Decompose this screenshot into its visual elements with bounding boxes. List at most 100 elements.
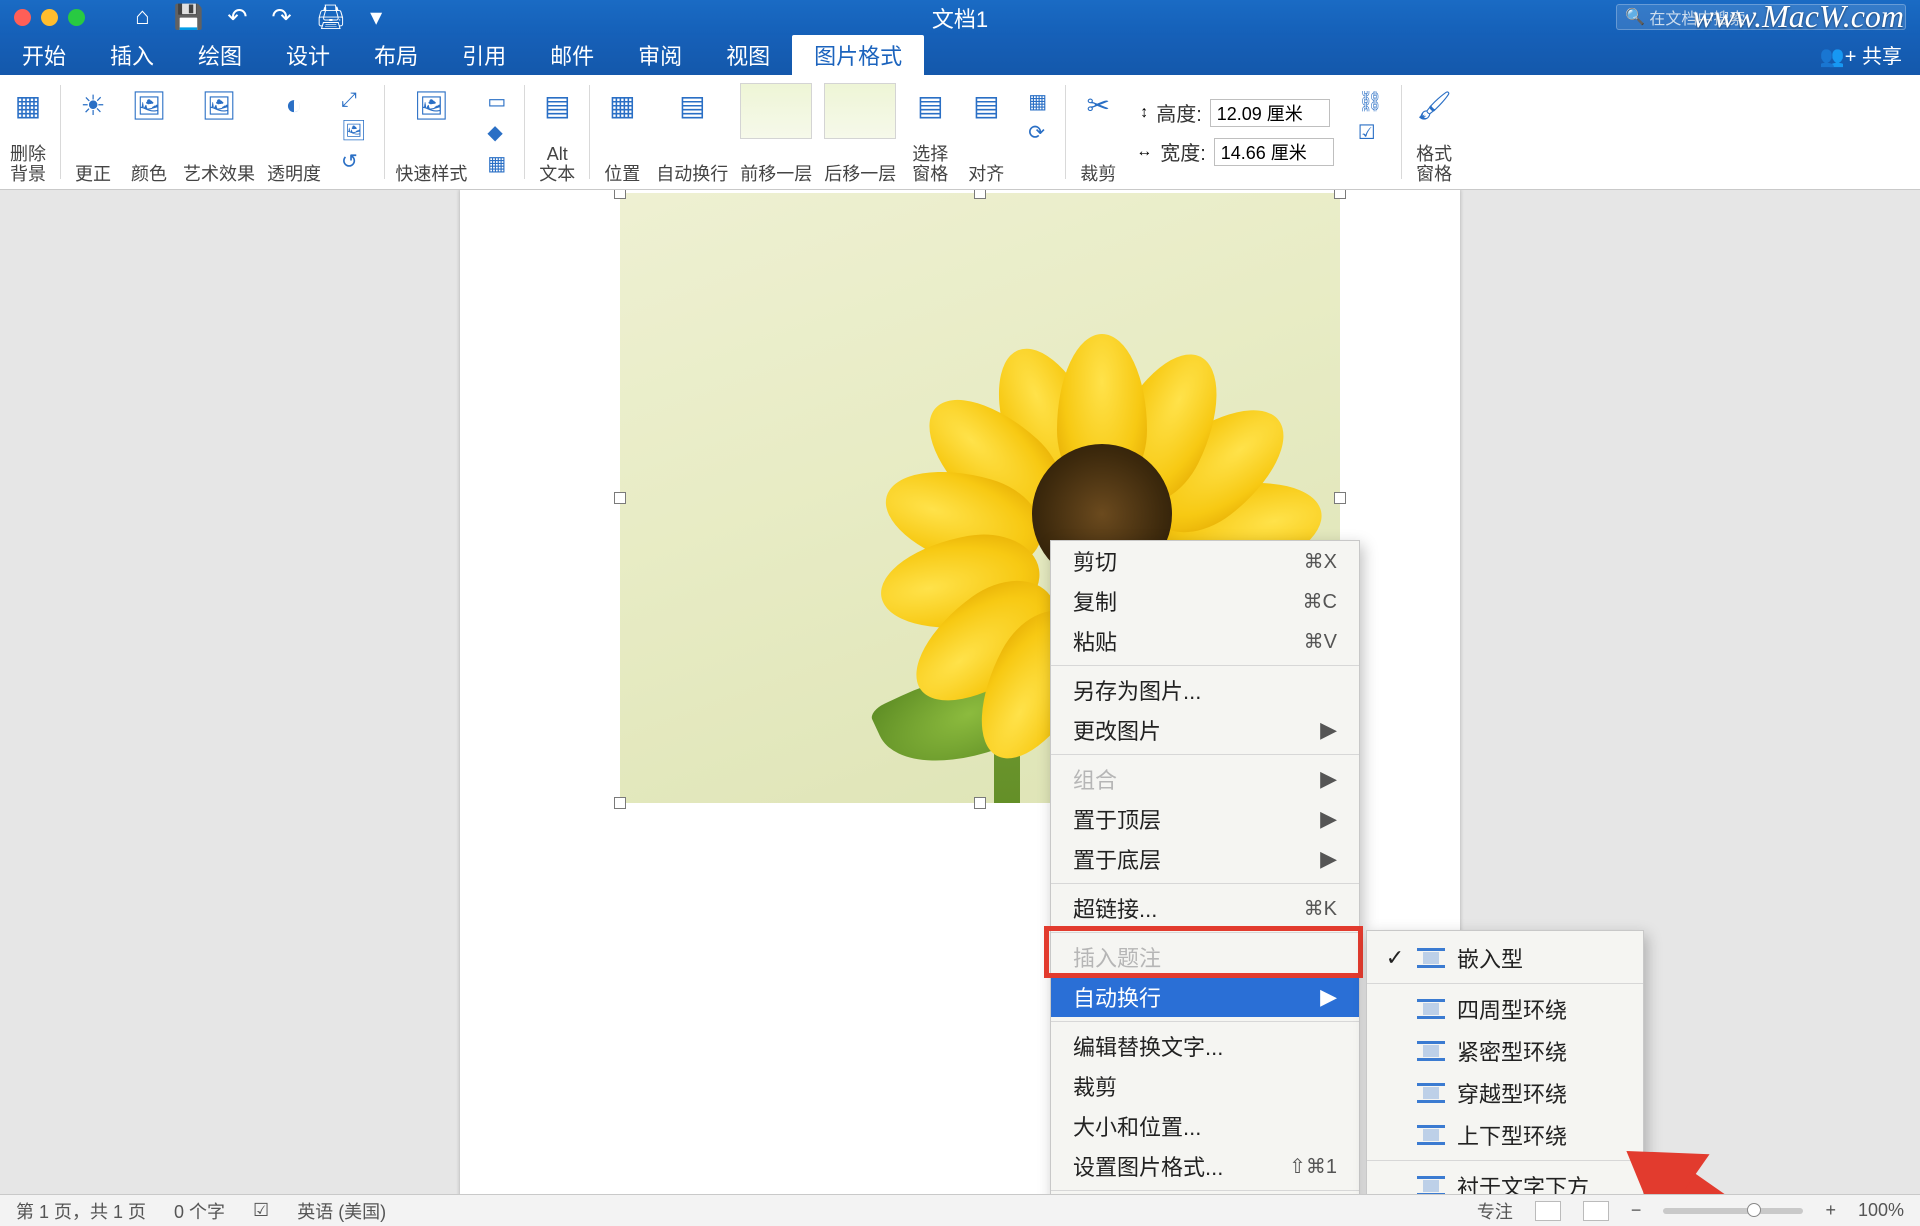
resize-handle[interactable] [1334,190,1346,199]
misc-adjust-buttons[interactable]: ⤢ 🖼 ↺ [327,75,380,189]
ctx-paste[interactable]: 粘贴⌘V [1051,621,1359,661]
ctx-size-position[interactable]: 大小和位置... [1051,1106,1359,1146]
zoom-out-button[interactable]: − [1631,1200,1642,1221]
view-web-layout[interactable] [1583,1201,1609,1221]
share-button[interactable]: 👥+ 共享 [1820,40,1902,69]
spell-check-icon[interactable]: ☑ [253,1200,269,1221]
ctx-send-to-back[interactable]: 置于底层▶ [1051,839,1359,879]
tab-picture-format[interactable]: 图片格式 [792,35,924,75]
save-icon[interactable]: 💾 [174,3,204,32]
zoom-icon[interactable] [68,9,85,26]
rotate-icon[interactable]: ⟳ [1028,120,1047,145]
remove-background-button[interactable]: ▦删除 背景 [0,75,56,189]
tab-start[interactable]: 开始 [0,35,88,75]
alt-text-button[interactable]: ▤Alt 文本 [529,75,585,189]
resize-handle[interactable] [614,797,626,809]
ctx-bring-to-front[interactable]: 置于顶层▶ [1051,799,1359,839]
change-picture-icon[interactable]: 🖼 [341,118,366,143]
zoom-in-button[interactable]: + [1825,1200,1836,1221]
quick-styles-button[interactable]: 🖼快速样式 [389,75,473,189]
corrections-button[interactable]: ☀更正 [65,75,121,189]
view-print-layout[interactable] [1535,1201,1561,1221]
format-pane-button[interactable]: 🖌格式 窗格 [1406,75,1462,189]
ctx-group: 组合▶ [1051,759,1359,799]
resize-handle[interactable] [614,492,626,504]
wrap-text-button[interactable]: ▤自动换行 [650,75,734,189]
annotation-arrow [1657,1164,1853,1194]
artistic-effects-button[interactable]: 🖼艺术效果 [177,75,261,189]
wrap-top-bottom[interactable]: 上下型环绕 [1367,1114,1643,1156]
checkbox-icon[interactable]: ☑ [1358,120,1383,145]
resize-handle[interactable] [974,190,986,199]
ctx-change-picture[interactable]: 更改图片▶ [1051,710,1359,750]
ribbon: ▦删除 背景 ☀更正 🖼颜色 🖼艺术效果 ◐透明度 ⤢🖼↺ 🖼快速样式 ▭◆▦ … [0,75,1920,190]
wrap-inline[interactable]: ✓嵌入型 [1367,937,1643,979]
transparency-button[interactable]: ◐透明度 [261,75,327,189]
page-indicator[interactable]: 第 1 页，共 1 页 [16,1198,146,1224]
resize-handle[interactable] [974,797,986,809]
height-input[interactable] [1210,99,1330,127]
word-count[interactable]: 0 个字 [174,1198,225,1224]
layout-icon[interactable]: ▦ [487,151,506,176]
position-button[interactable]: ▦位置 [594,75,650,189]
print-icon[interactable]: 🖨 [316,3,346,32]
search-input[interactable]: 🔍 在文档中搜索 [1616,4,1906,30]
ctx-edit-alt-text[interactable]: 编辑替换文字... [1051,1026,1359,1066]
ctx-save-as-picture[interactable]: 另存为图片... [1051,670,1359,710]
tab-view[interactable]: 视图 [704,35,792,75]
customize-icon[interactable]: ▾ [370,3,382,32]
ctx-wrap-text[interactable]: 自动换行↖▶ [1051,977,1359,1017]
align-button[interactable]: ▤对齐 [958,75,1014,189]
send-backward-button[interactable]: 后移一层 [818,75,902,189]
wrap-icon [1417,1041,1445,1061]
redo-icon[interactable]: ↷ [272,3,292,32]
tab-mail[interactable]: 邮件 [528,35,616,75]
ctx-format-picture[interactable]: 设置图片格式...⇧⌘1 [1051,1146,1359,1186]
reset-picture-icon[interactable]: ↺ [341,149,366,174]
tab-design[interactable]: 设计 [264,35,352,75]
bring-forward-button[interactable]: 前移一层 [734,75,818,189]
wrap-through[interactable]: 穿越型环绕 [1367,1072,1643,1114]
wrap-square[interactable]: 四周型环绕 [1367,988,1643,1030]
titlebar: ⌂ 💾 ↶ ↷ 🖨 ▾ 文档1 🔍 在文档中搜索 www.MacW.com [0,0,1920,35]
tab-review[interactable]: 审阅 [616,35,704,75]
border-icon[interactable]: ▭ [487,89,506,114]
zoom-slider[interactable] [1663,1208,1803,1214]
ctx-crop[interactable]: 裁剪 [1051,1066,1359,1106]
selection-pane-button[interactable]: ▤选择 窗格 [902,75,958,189]
ctx-cut[interactable]: 剪切⌘X [1051,541,1359,581]
ctx-hyperlink[interactable]: 超链接...⌘K [1051,888,1359,928]
tab-layout[interactable]: 布局 [352,35,440,75]
picture-border-effects[interactable]: ▭ ◆ ▦ [473,75,520,189]
tab-references[interactable]: 引用 [440,35,528,75]
compress-icon[interactable]: ⤢ [341,89,366,112]
crop-button[interactable]: ✂裁剪 [1070,75,1126,189]
color-button[interactable]: 🖼颜色 [121,75,177,189]
minimize-icon[interactable] [41,9,58,26]
close-icon[interactable] [14,9,31,26]
resize-handle[interactable] [614,190,626,199]
resize-handle[interactable] [1334,492,1346,504]
wrap-tight[interactable]: 紧密型环绕 [1367,1030,1643,1072]
ctx-copy[interactable]: 复制⌘C [1051,581,1359,621]
language-indicator[interactable]: 英语 (美国) [297,1198,386,1224]
effects-icon[interactable]: ◆ [487,120,506,145]
link-icon[interactable]: ⛓ [1358,89,1383,114]
home-icon[interactable]: ⌂ [135,3,150,32]
group-rotate-buttons[interactable]: ▦⟳ [1014,75,1061,189]
wrap-behind-text[interactable]: 衬于文字下方 [1367,1165,1643,1194]
undo-icon[interactable]: ↶ [227,3,247,32]
tab-insert[interactable]: 插入 [88,35,176,75]
width-input[interactable] [1214,138,1334,166]
zoom-level[interactable]: 100% [1858,1200,1904,1221]
context-menu: 剪切⌘X 复制⌘C 粘贴⌘V 另存为图片... 更改图片▶ 组合▶ 置于顶层▶ … [1050,540,1360,1194]
window-controls [0,9,85,26]
group-icon[interactable]: ▦ [1028,89,1047,114]
status-bar: 第 1 页，共 1 页 0 个字 ☑ 英语 (美国) 专注 − + 100% [0,1194,1920,1226]
ribbon-tabs: 开始 插入 绘图 设计 布局 引用 邮件 审阅 视图 图片格式 👥+ 共享 [0,35,1920,75]
document-area[interactable]: 剪切⌘X 复制⌘C 粘贴⌘V 另存为图片... 更改图片▶ 组合▶ 置于顶层▶ … [0,190,1920,1194]
wrap-icon [1417,1125,1445,1145]
focus-mode[interactable]: 专注 [1477,1198,1513,1224]
tab-draw[interactable]: 绘图 [176,35,264,75]
lock-aspect-button[interactable]: ⛓☑ [1344,75,1397,189]
